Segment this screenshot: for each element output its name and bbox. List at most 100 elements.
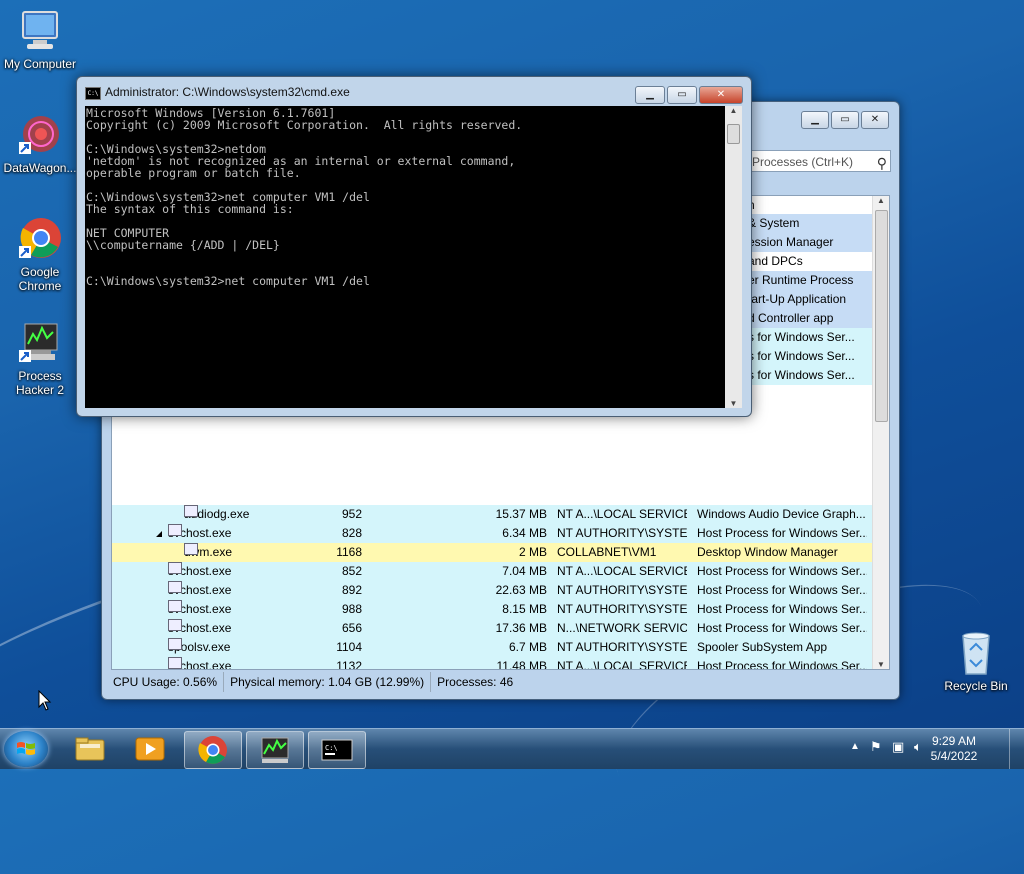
console-line: The syntax of this command is: bbox=[86, 202, 294, 216]
window-title: Administrator: C:\Windows\system32\cmd.e… bbox=[105, 85, 350, 99]
process-name-cell: svchost.exe bbox=[168, 657, 231, 669]
table-row[interactable]: svchost.exe 892 22.63 MB NT AUTHORITY\SYSTE… bbox=[112, 581, 872, 600]
process-description: Spooler SubSystem App bbox=[697, 640, 828, 654]
desktop-icon-recycle-bin[interactable]: Recycle Bin bbox=[936, 630, 1016, 693]
physical-memory: Physical memory: 1.04 GB (12.99%) bbox=[224, 672, 432, 692]
process-description: d Controller app bbox=[748, 311, 834, 325]
taskbar-media-player[interactable] bbox=[122, 731, 178, 767]
process-user: NT A...\LOCAL SERVICE bbox=[557, 659, 687, 670]
table-row[interactable]: audiodg.exe 952 15.37 MB NT A...\LOCAL SERV… bbox=[112, 505, 872, 524]
process-user: NT AUTHORITY\SYSTEM bbox=[557, 526, 687, 540]
maximize-button[interactable]: ▭ bbox=[667, 86, 697, 104]
process-icon bbox=[168, 581, 182, 593]
taskbar-process-hacker[interactable] bbox=[246, 731, 304, 769]
cmd-icon: C:\ bbox=[321, 739, 353, 761]
table-row[interactable]: svchost.exe 656 17.36 MB N...\NETWORK SERVI… bbox=[112, 619, 872, 638]
taskbar: C:\ ▲ ⚑ ▣ 🔈︎ 9:29 AM 5/4/2022 bbox=[0, 728, 1024, 769]
clock-date: 5/4/2022 bbox=[930, 749, 978, 763]
process-pid: 656 bbox=[341, 621, 362, 635]
console-line: \\computername {/ADD | /DEL} bbox=[86, 238, 280, 252]
process-icon bbox=[184, 543, 198, 555]
close-button[interactable]: ✕ bbox=[861, 111, 889, 129]
desktop-icon-process-hacker[interactable]: Process Hacker 2 bbox=[0, 320, 80, 397]
chrome-icon bbox=[17, 216, 63, 262]
taskbar-cmd[interactable]: C:\ bbox=[308, 731, 366, 769]
table-row[interactable]: svchost.exe 852 7.04 MB NT A...\LOCAL SERVI… bbox=[112, 562, 872, 581]
search-placeholder: Processes (Ctrl+K) bbox=[752, 155, 854, 169]
scroll-thumb[interactable] bbox=[727, 124, 740, 144]
process-private-bytes: 6.34 MB bbox=[502, 526, 547, 540]
process-private-bytes: 6.7 MB bbox=[508, 640, 547, 654]
minimize-button[interactable]: ▁ bbox=[801, 111, 829, 129]
process-private-bytes: 2 MB bbox=[518, 545, 547, 559]
process-icon bbox=[168, 600, 182, 612]
process-description: Windows Audio Device Graph... bbox=[697, 507, 866, 521]
clock-time: 9:29 AM bbox=[931, 734, 977, 748]
process-user: NT AUTHORITY\SYSTEM bbox=[557, 602, 687, 616]
process-rows: audiodg.exe 952 15.37 MB NT A...\LOCAL SERV… bbox=[112, 505, 872, 670]
process-description: s for Windows Ser... bbox=[748, 330, 855, 344]
scroll-down-icon[interactable]: ▼ bbox=[725, 399, 742, 408]
search-input[interactable]: Processes (Ctrl+K) ⚲ bbox=[747, 150, 891, 172]
process-name-cell: audiodg.exe bbox=[184, 505, 249, 524]
search-icon: ⚲ bbox=[876, 155, 887, 171]
expand-toggle-icon[interactable]: ◢ bbox=[156, 524, 162, 543]
desktop-icon-datawagon[interactable]: DataWagon... bbox=[0, 112, 80, 175]
maximize-button[interactable]: ▭ bbox=[831, 111, 859, 129]
process-name-cell: spoolsv.exe bbox=[168, 638, 230, 657]
vertical-scrollbar[interactable]: ▲ ▼ bbox=[872, 196, 889, 669]
network-icon[interactable]: ▣ bbox=[892, 739, 904, 755]
clock[interactable]: 9:29 AM 5/4/2022 bbox=[924, 734, 984, 764]
taskbar-explorer[interactable] bbox=[62, 731, 118, 767]
process-icon bbox=[184, 505, 198, 517]
action-center-icon[interactable]: ⚑ bbox=[870, 739, 882, 755]
process-description: Host Process for Windows Ser... bbox=[697, 602, 867, 616]
process-user: N...\NETWORK SERVICE bbox=[557, 621, 687, 635]
process-description: and DPCs bbox=[748, 254, 803, 268]
scroll-up-icon[interactable]: ▲ bbox=[725, 106, 742, 115]
process-pid: 952 bbox=[341, 507, 362, 521]
process-description: Host Process for Windows Ser... bbox=[697, 621, 867, 635]
console-output[interactable]: Microsoft Windows [Version 6.1.7601] Copy… bbox=[85, 106, 725, 408]
process-description: ession Manager bbox=[748, 235, 834, 249]
desktop-icon-google-chrome[interactable]: Google Chrome bbox=[0, 216, 80, 293]
process-pid: 1168 bbox=[336, 545, 362, 559]
process-pid: 1104 bbox=[336, 640, 362, 654]
taskbar-chrome[interactable] bbox=[184, 731, 242, 769]
volume-icon[interactable]: 🔈︎ bbox=[914, 739, 922, 755]
recycle-bin-icon bbox=[953, 630, 999, 676]
desktop-icon-label: Recycle Bin bbox=[944, 679, 1008, 693]
scroll-down-icon[interactable]: ▼ bbox=[873, 660, 889, 669]
desktop-icon-label: My Computer bbox=[3, 57, 77, 71]
folder-icon bbox=[75, 737, 105, 761]
window-controls: ▁ ▭ ✕ bbox=[633, 84, 743, 104]
svg-text:C:\: C:\ bbox=[325, 744, 338, 752]
windows-logo-icon bbox=[17, 742, 35, 755]
process-private-bytes: 7.04 MB bbox=[502, 564, 547, 578]
process-private-bytes: 8.15 MB bbox=[502, 602, 547, 616]
table-row[interactable]: dwm.exe 1168 2 MB COLLABNET\VM1 Desktop Wind… bbox=[112, 543, 872, 562]
table-row[interactable]: ◢ svchost.exe 828 6.34 MB NT AUTHORITY\SYSTE… bbox=[112, 524, 872, 543]
desktop-icon-my-computer[interactable]: My Computer bbox=[0, 8, 80, 71]
desktop-icon-label: Process Hacker 2 bbox=[15, 369, 65, 397]
process-description: Host Process for Windows Ser... bbox=[697, 659, 867, 670]
process-description: s for Windows Ser... bbox=[748, 368, 855, 382]
table-row[interactable]: svchost.exe 1132 11.48 MB NT A...\LOCAL SER… bbox=[112, 657, 872, 670]
start-button[interactable] bbox=[4, 731, 48, 767]
minimize-button[interactable]: ▁ bbox=[635, 86, 665, 104]
console-scrollbar[interactable]: ▲ ▼ bbox=[725, 106, 742, 408]
status-bar: CPU Usage: 0.56% Physical memory: 1.04 GB… bbox=[107, 672, 892, 692]
process-description: tart-Up Application bbox=[748, 292, 847, 306]
scroll-thumb[interactable] bbox=[875, 210, 888, 422]
close-button[interactable]: ✕ bbox=[699, 86, 743, 104]
console-line: Copyright (c) 2009 Microsoft Corporation… bbox=[86, 118, 523, 132]
process-name-cell: svchost.exe bbox=[168, 562, 231, 581]
table-row[interactable]: svchost.exe 988 8.15 MB NT AUTHORITY\SYSTEM… bbox=[112, 600, 872, 619]
show-desktop-button[interactable] bbox=[1009, 729, 1024, 769]
table-row[interactable]: spoolsv.exe 1104 6.7 MB NT AUTHORITY\SYSTEM… bbox=[112, 638, 872, 657]
scroll-up-icon[interactable]: ▲ bbox=[873, 196, 889, 205]
process-pid: 988 bbox=[341, 602, 362, 616]
show-hidden-icons-icon[interactable]: ▲ bbox=[850, 741, 860, 752]
process-hacker-icon bbox=[17, 320, 63, 366]
